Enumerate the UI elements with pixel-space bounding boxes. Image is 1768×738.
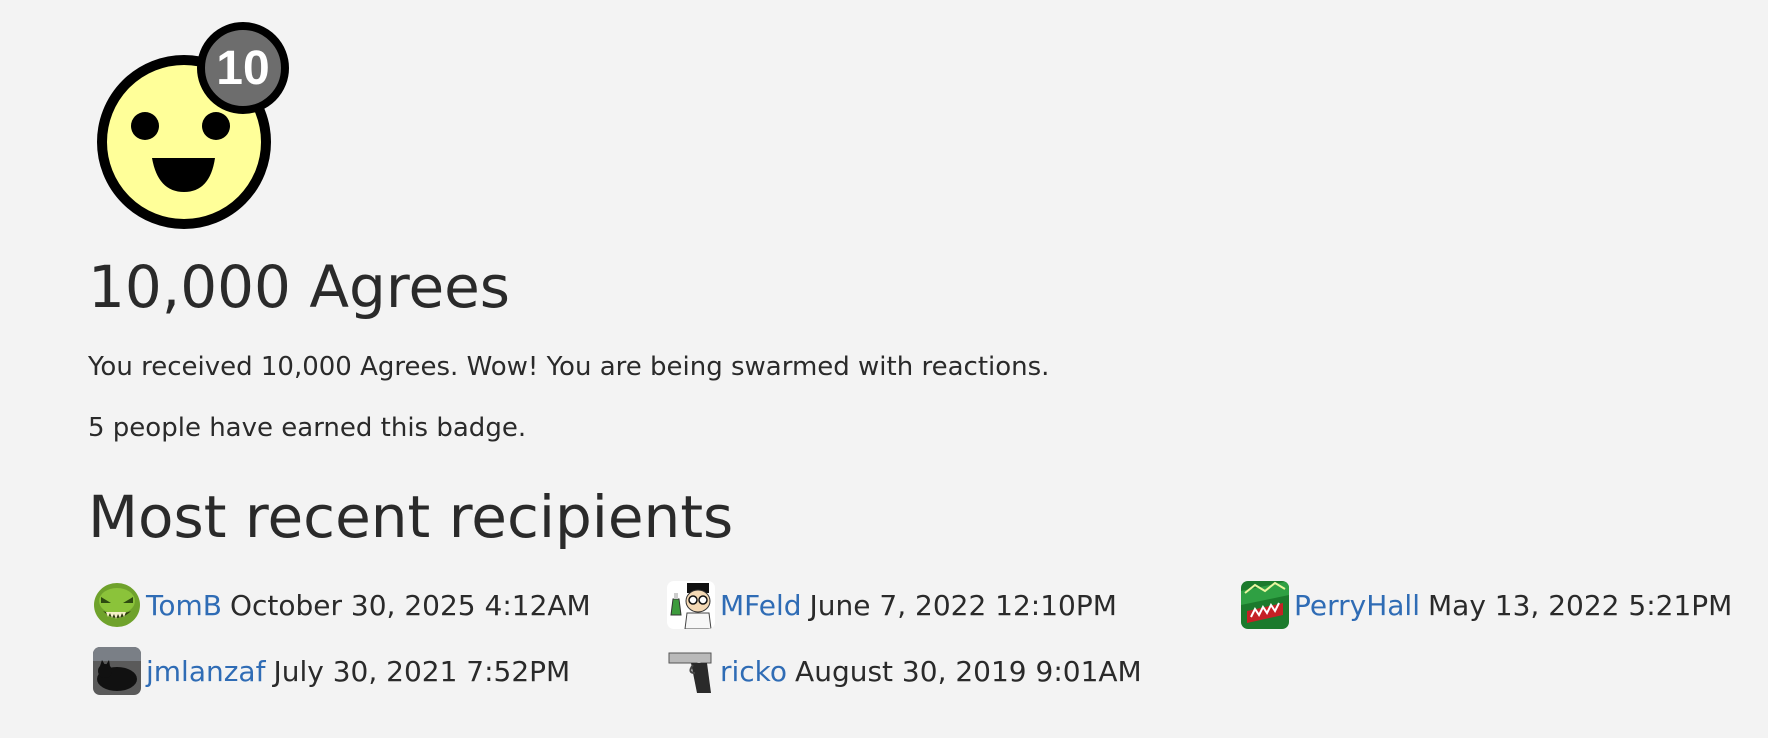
recipient-item: jmlanzaf July 30, 2021 7:52PM [93, 646, 570, 696]
green-monster-avatar-icon[interactable] [93, 581, 141, 629]
black-cat-avatar-icon[interactable] [93, 647, 141, 695]
recipient-item: MFeld June 7, 2022 12:10PM [667, 580, 1117, 630]
badge-level-indicator: 10 [197, 22, 289, 114]
recipients-section-title: Most recent recipients [88, 483, 734, 551]
badge-title: 10,000 Agrees [88, 253, 511, 321]
pistol-avatar-icon[interactable] [667, 647, 715, 695]
recipient-item: ricko August 30, 2019 9:01AM [667, 646, 1142, 696]
recipient-date: August 30, 2019 9:01AM [795, 654, 1142, 688]
badge-earned-count: 5 people have earned this badge. [88, 413, 527, 443]
badge-level-label: 10 [216, 42, 269, 95]
recipient-date: October 30, 2025 4:12AM [229, 588, 591, 622]
smiley-face-icon: 10 [84, 20, 294, 230]
recipient-username-link[interactable]: MFeld [720, 589, 802, 622]
recipient-username-link[interactable]: PerryHall [1294, 589, 1420, 622]
recipient-username-link[interactable]: jmlanzaf [146, 655, 265, 688]
badge-description: You received 10,000 Agrees. Wow! You are… [88, 352, 1050, 382]
recipient-item: TomB October 30, 2025 4:12AM [93, 580, 591, 630]
mountain-dew-can-avatar-icon[interactable] [1241, 581, 1289, 629]
recipient-date: May 13, 2022 5:21PM [1428, 588, 1733, 622]
recipient-date: June 7, 2022 12:10PM [809, 588, 1117, 622]
scientist-cartoon-avatar-icon[interactable] [667, 581, 715, 629]
recipient-date: July 30, 2021 7:52PM [273, 654, 571, 688]
recipient-username-link[interactable]: TomB [146, 589, 222, 622]
recipient-item: PerryHall May 13, 2022 5:21PM [1241, 580, 1732, 630]
recipient-username-link[interactable]: ricko [720, 655, 787, 688]
badge-page: 10 10,000 Agrees You received 10,000 Agr… [0, 0, 1768, 738]
